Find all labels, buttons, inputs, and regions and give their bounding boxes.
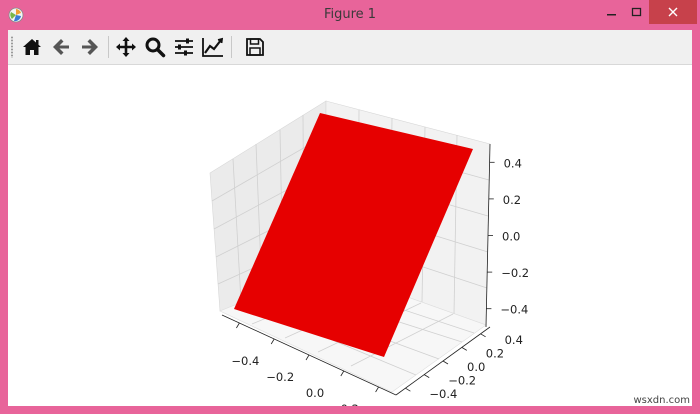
- y-tick-mark: [461, 347, 468, 351]
- y-tick-mark: [480, 333, 486, 338]
- back-arrow-icon: [53, 39, 69, 55]
- x-tick-mark: [375, 386, 379, 393]
- y-tick-label: −0.4: [429, 387, 457, 401]
- y-tick-mark: [423, 374, 430, 378]
- x-tick-mark: [305, 354, 310, 361]
- y-tick-label: −0.2: [448, 374, 476, 388]
- save-button[interactable]: [242, 34, 268, 60]
- pan-move-icon: [116, 37, 136, 57]
- navigation-toolbar: [8, 30, 692, 65]
- x-tick-label: 0.2: [341, 402, 359, 406]
- y-tick-label: 0.0: [467, 360, 485, 374]
- edit-axes-icon: [202, 37, 224, 57]
- x-tick-label: 0.0: [306, 386, 324, 400]
- x-tick-mark: [270, 338, 275, 345]
- close-button[interactable]: [649, 0, 697, 24]
- zoom-magnifier-icon: [145, 37, 166, 58]
- 3d-axes[interactable]: −0.4−0.20.00.20.4 −0.4−0.20.00.20.4 −0.4…: [8, 65, 692, 414]
- x-tick-mark: [236, 322, 240, 329]
- save-floppy-icon: [246, 38, 264, 56]
- zoom-button[interactable]: [142, 34, 168, 60]
- forward-arrow-icon: [82, 39, 98, 55]
- toolbar-separator: [231, 36, 232, 58]
- toolbar-grip[interactable]: [11, 36, 13, 58]
- subplots-config-icon: [175, 38, 193, 56]
- maximize-button[interactable]: [622, 0, 652, 24]
- y-tick-label: 0.4: [505, 333, 523, 347]
- z-tick-label: 0.2: [503, 193, 521, 207]
- z-tick-label: −0.4: [500, 303, 528, 317]
- pan-button[interactable]: [113, 34, 139, 60]
- back-button[interactable]: [48, 34, 74, 60]
- maximize-icon: [631, 7, 642, 17]
- y-tick-mark: [442, 360, 449, 365]
- x-tick-label: −0.4: [231, 354, 259, 368]
- home-button[interactable]: [19, 34, 45, 60]
- minimize-icon: [607, 14, 616, 16]
- z-tick-labels: −0.4 −0.2 0.0 0.2 0.4: [486, 156, 529, 317]
- z-tick-label: 0.4: [504, 156, 522, 170]
- home-icon: [23, 39, 41, 55]
- forward-button[interactable]: [77, 34, 103, 60]
- watermark-text: wsxdn.com: [633, 395, 690, 406]
- title-bar[interactable]: Figure 1: [0, 0, 700, 30]
- x-tick-label: −0.2: [266, 370, 294, 384]
- window-title: Figure 1: [323, 7, 377, 22]
- edit-axes-button[interactable]: [200, 34, 226, 60]
- close-icon: [668, 7, 678, 17]
- y-tick-mark: [405, 387, 411, 392]
- z-tick-label: 0.0: [502, 230, 520, 244]
- figure-canvas[interactable]: −0.4−0.20.00.20.4 −0.4−0.20.00.20.4 −0.4…: [8, 65, 692, 414]
- toolbar-separator: [108, 36, 109, 58]
- configure-subplots-button[interactable]: [171, 34, 197, 60]
- y-tick-label: 0.2: [486, 346, 504, 360]
- figure-window: Figure 1 −0.4 −0.2 0.0 −0.4 −0.2 0.0 0.2…: [0, 0, 700, 414]
- x-tick-mark: [340, 370, 345, 377]
- z-tick-label: −0.2: [501, 266, 529, 280]
